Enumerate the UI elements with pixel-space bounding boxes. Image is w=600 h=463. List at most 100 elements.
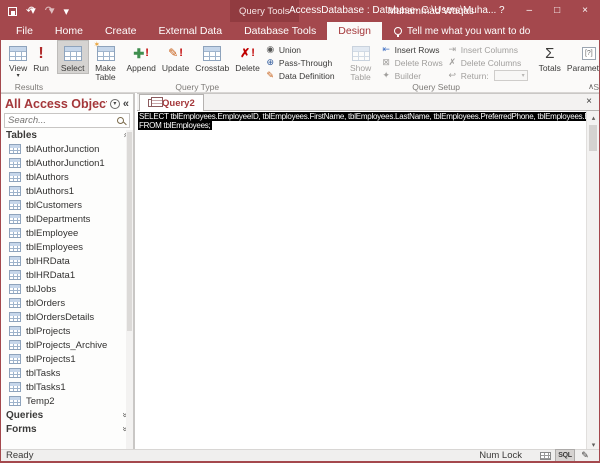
nav-table-item[interactable]: tblProjects [1,324,133,338]
parameters-icon: [?] [581,47,596,60]
nav-table-item[interactable]: Temp2 [1,394,133,408]
nav-table-item[interactable]: tblTasks1 [1,380,133,394]
close-button[interactable]: × [571,0,599,22]
scroll-up-icon[interactable]: ▴ [587,111,599,124]
return-dropdown[interactable]: ▾ [493,70,528,81]
nav-table-item-label: tblJobs [26,283,57,295]
redo-button[interactable]: ↷▾ [45,0,55,22]
document-tab-query2[interactable]: Query2 [139,94,204,111]
document-scrollbar-thumb[interactable] [589,125,597,151]
nav-table-item[interactable]: tblOrdersDetails [1,310,133,324]
delete-query-button[interactable]: ✗! Delete [232,41,263,73]
ribbon-group-query-type: Select ✶ Make Table ✚! Append ✎! Update … [55,40,340,92]
document-scrollbar[interactable]: ▴ ▾ [586,111,599,451]
nav-table-item[interactable]: tblAuthors [1,170,133,184]
nav-table-item[interactable]: tblHRData1 [1,268,133,282]
select-query-button[interactable]: Select [56,40,89,74]
nav-scrollbar-thumb[interactable] [127,132,132,332]
nav-table-item[interactable]: tblJobs [1,282,133,296]
pass-through-button[interactable]: ⊕ Pass-Through [263,56,337,69]
tab-database-tools[interactable]: Database Tools [233,22,327,40]
totals-button[interactable]: Σ Totals [536,41,564,73]
parameters-button[interactable]: [?] Parameters [564,41,599,73]
qat-customize-icon[interactable]: ▾ [64,0,70,23]
nav-table-item[interactable]: tblOrders [1,296,133,310]
nav-table-item[interactable]: tblProjects1 [1,352,133,366]
tab-create[interactable]: Create [94,22,148,40]
run-button[interactable]: ! Run [30,41,52,73]
nav-table-item[interactable]: tblAuthorJunction1 [1,156,133,170]
collapse-ribbon-icon[interactable]: ∧ [588,82,594,91]
nav-table-item[interactable]: tblDepartments [1,212,133,226]
search-icon[interactable] [117,117,124,124]
delete-exclamation-icon: ! [251,47,255,59]
nav-scrollbar[interactable] [126,130,133,451]
account-name[interactable]: Muhammad Waqas [374,6,488,17]
status-ready-label: Ready [6,450,34,461]
table-icon [9,214,21,224]
append-button[interactable]: ✚! Append [124,41,159,73]
tab-home[interactable]: Home [44,22,94,40]
tab-file[interactable]: File [5,22,44,40]
nav-table-item-label: tblAuthorJunction [26,143,100,155]
design-view-button[interactable]: ✎ [576,450,594,461]
save-icon[interactable] [8,6,17,16]
nav-table-item-label: tblHRData1 [26,269,76,281]
nav-table-item[interactable]: tblAuthors1 [1,184,133,198]
nav-section-forms[interactable]: Forms » [1,422,133,436]
nav-table-item-label: tblAuthorJunction1 [26,157,105,169]
redo-dropdown-icon: ▾ [48,5,55,17]
undo-button[interactable]: ↶▾ [26,0,36,22]
nav-section-tables[interactable]: Tables » [1,128,133,142]
parameters-label: Parameters [566,63,599,73]
make-table-button[interactable]: ✶ Make Table [88,40,124,82]
tab-design[interactable]: Design [327,22,382,40]
update-button[interactable]: ✎! Update [159,41,192,73]
undo-dropdown-icon: ▾ [30,5,36,17]
nav-table-item[interactable]: tblEmployees [1,240,133,254]
minimize-button[interactable]: – [516,0,544,22]
document-close-icon[interactable]: × [583,95,595,109]
insert-rows-button[interactable]: ⇤ Insert Rows [379,43,445,56]
design-view-icon: ✎ [581,450,589,460]
nav-table-item-label: tblTasks [26,367,61,379]
table-icon [9,354,21,364]
union-button[interactable]: ◉ Union [263,43,337,56]
sql-view-label: SQL [558,452,572,459]
insert-columns-button[interactable]: ⇥ Insert Columns [445,43,530,56]
nav-table-item-label: tblProjects [26,325,71,337]
nav-table-item-label: tblEmployees [26,241,84,253]
delete-rows-button[interactable]: ⊠ Delete Rows [379,56,445,69]
tab-external-data[interactable]: External Data [147,22,233,40]
datasheet-view-button[interactable] [536,450,554,461]
view-button[interactable]: View ▾ [6,41,30,79]
nav-section-queries[interactable]: Queries » [1,408,133,422]
delete-columns-button[interactable]: ✗ Delete Columns [445,56,530,69]
show-table-button[interactable]: Show Table [343,41,379,82]
delete-columns-label: Delete Columns [460,57,522,68]
nav-table-item[interactable]: tblEmployee [1,226,133,240]
nav-pane-header[interactable]: All Access Objects ▾ « [1,94,133,113]
builder-button[interactable]: ✦ Builder [379,69,445,82]
columns-stack: ⇥ Insert Columns ✗ Delete Columns ↩ Retu… [445,41,530,82]
tell-me-box[interactable]: Tell me what you want to do [382,22,530,40]
crosstab-button[interactable]: Crosstab [192,41,232,73]
nav-table-item[interactable]: tblAuthorJunction [1,142,133,156]
shutter-bar-icon[interactable]: « [123,98,129,110]
sql-view-button[interactable]: SQL [555,449,575,461]
delete-query-label: Delete [235,63,260,73]
data-definition-button[interactable]: ✎ Data Definition [263,69,337,82]
insert-rows-label: Insert Rows [394,44,440,55]
nav-menu-icon[interactable]: ▾ [109,98,120,109]
update-exclamation-icon: ! [179,47,183,59]
nav-table-item[interactable]: tblCustomers [1,198,133,212]
maximize-button[interactable]: □ [543,0,571,22]
search-input[interactable] [5,115,117,126]
sql-view[interactable]: SELECT tblEmployees.EmployeeID, tblEmplo… [137,111,586,451]
nav-table-item[interactable]: tblHRData [1,254,133,268]
nav-table-item-label: tblAuthors [26,171,69,183]
nav-table-item[interactable]: tblProjects_Archive [1,338,133,352]
help-button[interactable]: ? [488,0,516,22]
nav-table-item[interactable]: tblTasks [1,366,133,380]
crosstab-label: Crosstab [195,63,230,73]
